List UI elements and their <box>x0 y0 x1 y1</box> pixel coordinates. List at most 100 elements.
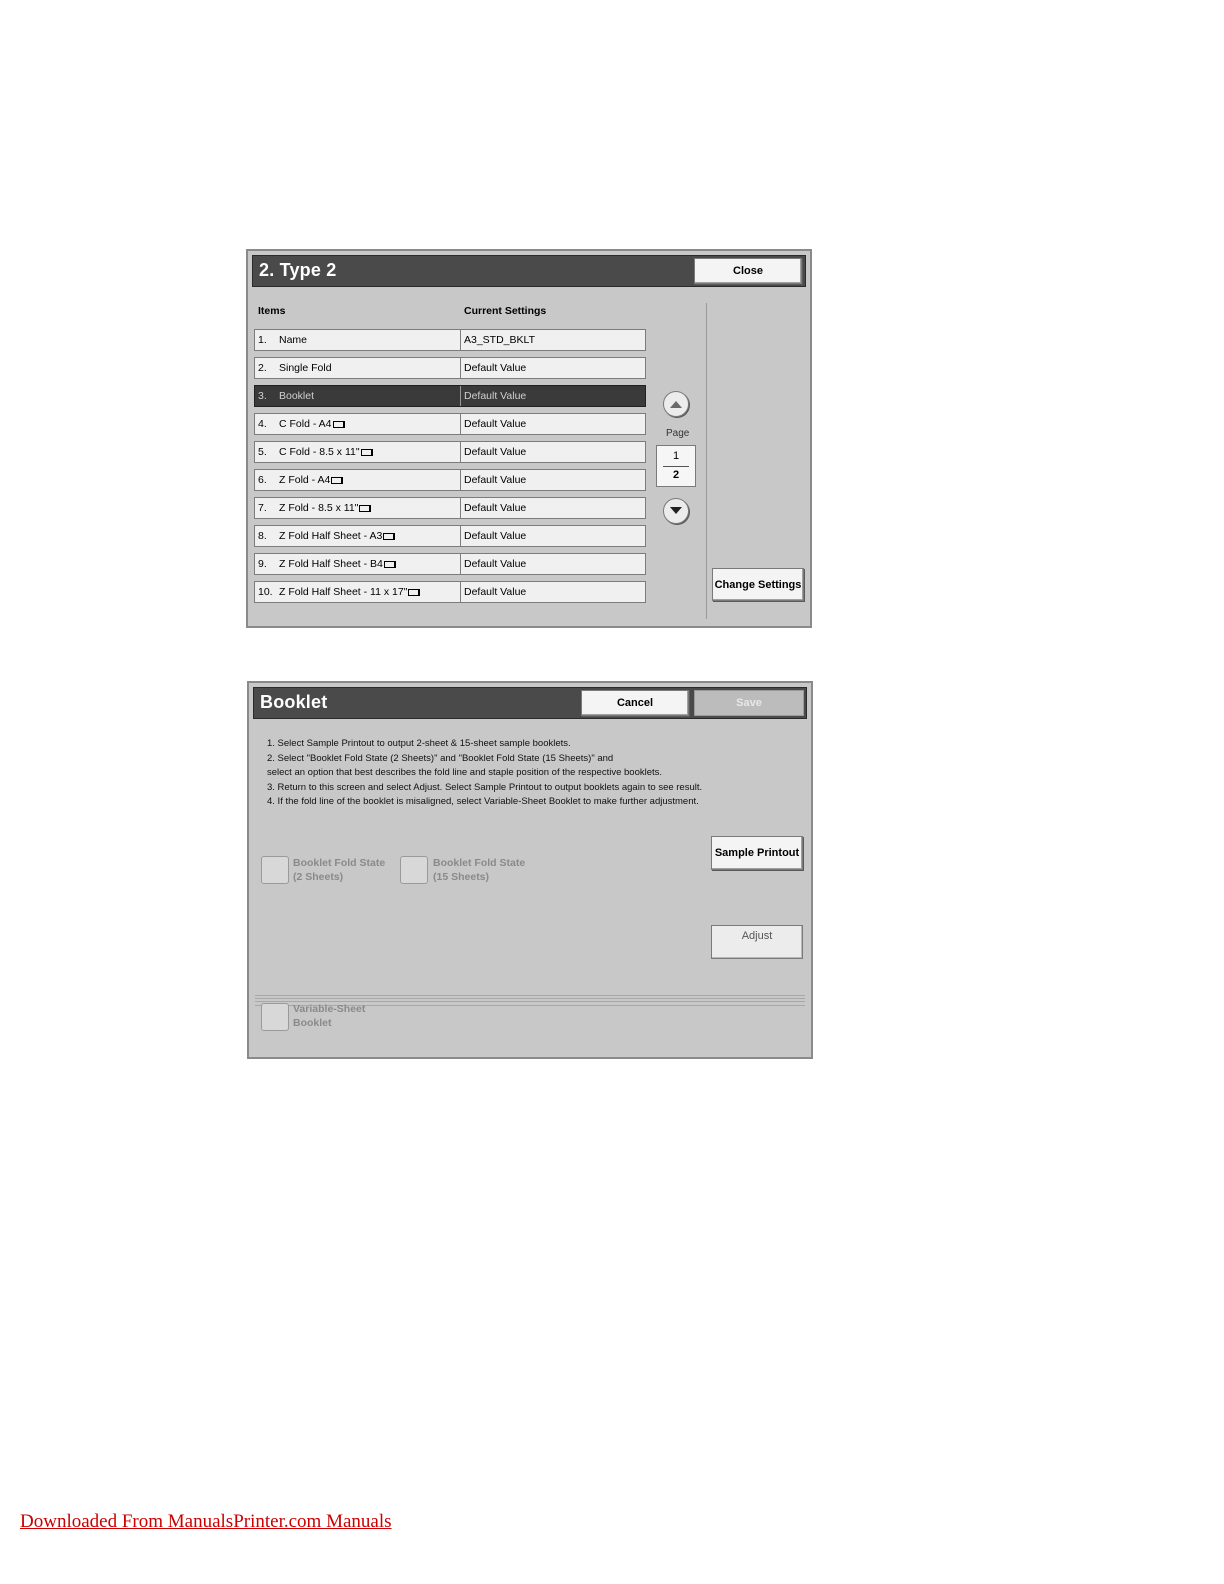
booklet-screen: Booklet Cancel Save 1. Select Sample Pri… <box>247 681 813 1059</box>
current-settings-column-header: Current Settings <box>464 305 547 317</box>
divider-line <box>255 995 805 996</box>
scroll-down-button[interactable] <box>663 498 689 524</box>
items-column-header: Items <box>258 305 286 317</box>
settings-row[interactable]: 4. C Fold - A4 Default Value <box>254 413 646 435</box>
page-total: 2 <box>672 469 680 481</box>
settings-row[interactable]: 10. Z Fold Half Sheet - 11 x 17" Default V… <box>254 581 646 603</box>
row-item-label: Single Fold <box>279 362 332 374</box>
row-number: 4. <box>258 418 267 430</box>
row-number: 3. <box>258 390 267 402</box>
fold-state-15-sheets-label: Booklet Fold State (15 Sheets) <box>433 856 525 884</box>
instruction-line: 1. Select Sample Printout to output 2-sh… <box>267 738 571 749</box>
chevron-up-icon <box>670 401 682 408</box>
settings-row[interactable]: 1. Name A3_STD_BKLT <box>254 329 646 351</box>
row-number: 5. <box>258 446 267 458</box>
page-current: 1 <box>672 450 680 462</box>
page-divider <box>663 466 689 467</box>
panel-divider <box>706 303 707 619</box>
row-item-label: Name <box>279 334 307 346</box>
paper-orientation-icon <box>332 420 345 428</box>
paper-orientation-icon <box>383 532 396 540</box>
row-item-label: Z Fold - 8.5 x 11" <box>279 502 372 514</box>
row-current-value: A3_STD_BKLT <box>460 330 535 350</box>
settings-row[interactable]: 7. Z Fold - 8.5 x 11" Default Value <box>254 497 646 519</box>
row-number: 10. <box>258 586 273 598</box>
row-current-value: Default Value <box>460 414 526 434</box>
instructions: 1. Select Sample Printout to output 2-sh… <box>267 737 702 810</box>
instruction-line: 4. If the fold line of the booklet is mi… <box>267 796 699 807</box>
row-item-text: Z Fold Half Sheet - 11 x 17" <box>279 586 408 598</box>
variable-sheet-booklet-label: Variable-Sheet Booklet <box>293 1002 365 1030</box>
row-number: 6. <box>258 474 267 486</box>
row-current-value: Default Value <box>460 470 526 490</box>
scroll-up-button[interactable] <box>663 391 689 417</box>
row-number: 8. <box>258 530 267 542</box>
adjust-button[interactable]: Adjust <box>711 925 803 959</box>
row-item-text: Z Fold - 8.5 x 11" <box>279 502 359 514</box>
cancel-button[interactable]: Cancel <box>581 690 689 716</box>
page-label: Page <box>666 428 690 439</box>
paper-orientation-icon <box>408 588 421 596</box>
row-item-text: C Fold - A4 <box>279 418 332 430</box>
label-line: (2 Sheets) <box>293 871 344 883</box>
row-current-value: Default Value <box>460 498 526 518</box>
row-current-value: Default Value <box>460 526 526 546</box>
row-current-value: Default Value <box>460 358 526 378</box>
chevron-down-icon <box>670 507 682 514</box>
paper-orientation-icon <box>383 560 396 568</box>
row-item-label: C Fold - A4 <box>279 418 345 430</box>
paper-orientation-icon <box>331 476 344 484</box>
instruction-line: 3. Return to this screen and select Adju… <box>267 781 703 793</box>
fold-state-15-sheets-checkbox[interactable] <box>400 856 428 884</box>
page-indicator: 1 2 <box>656 445 696 487</box>
label-line: (15 Sheets) <box>433 871 490 883</box>
label-line: Booklet Fold State <box>433 857 526 869</box>
row-item-label: C Fold - 8.5 x 11" <box>279 446 373 458</box>
label-line: Booklet Fold State <box>293 857 386 869</box>
change-settings-button[interactable]: Change Settings <box>712 568 804 601</box>
row-current-value: Default Value <box>460 582 526 602</box>
paper-orientation-icon <box>359 504 372 512</box>
label-line: Variable-Sheet <box>293 1003 366 1015</box>
settings-row[interactable]: 3. Booklet Default Value <box>254 385 646 407</box>
type-settings-screen: 2. Type 2 Close Items Current Settings 1… <box>246 249 812 628</box>
fold-state-2-sheets-checkbox[interactable] <box>261 856 289 884</box>
row-item-label: Z Fold Half Sheet - B4 <box>279 558 396 570</box>
row-item-label: Booklet <box>279 390 314 402</box>
row-current-value: Default Value <box>460 386 526 406</box>
label-line: Booklet <box>293 1017 332 1029</box>
row-item-text: Booklet <box>279 390 315 402</box>
screen-title: 2. Type 2 <box>259 260 337 280</box>
settings-row[interactable]: 5. C Fold - 8.5 x 11" Default Value <box>254 441 646 463</box>
row-current-value: Default Value <box>460 442 526 462</box>
instruction-line: 2. Select "Booklet Fold State (2 Sheets)… <box>267 752 614 764</box>
row-item-text: Single Fold <box>279 362 332 374</box>
row-current-value: Default Value <box>460 554 526 574</box>
sample-printout-button[interactable]: Sample Printout <box>711 836 803 870</box>
settings-row[interactable]: 8. Z Fold Half Sheet - A3 Default Value <box>254 525 646 547</box>
row-item-label: Z Fold - A4 <box>279 474 344 486</box>
row-item-label: Z Fold Half Sheet - A3 <box>279 530 396 542</box>
variable-sheet-booklet-checkbox[interactable] <box>261 1003 289 1031</box>
fold-state-2-sheets-label: Booklet Fold State (2 Sheets) <box>293 856 385 884</box>
screen-title: Booklet <box>260 692 328 712</box>
divider-line <box>255 998 805 999</box>
row-item-text: C Fold - 8.5 x 11" <box>279 446 360 458</box>
row-item-text: Z Fold Half Sheet - A3 <box>279 530 383 542</box>
instruction-line: select an option that best describes the… <box>267 767 663 778</box>
close-button[interactable]: Close <box>694 258 802 284</box>
row-number: 1. <box>258 334 267 346</box>
row-number: 2. <box>258 362 267 374</box>
settings-row[interactable]: 6. Z Fold - A4 Default Value <box>254 469 646 491</box>
row-item-text: Z Fold - A4 <box>279 474 331 486</box>
settings-row[interactable]: 9. Z Fold Half Sheet - B4 Default Value <box>254 553 646 575</box>
row-number: 9. <box>258 558 267 570</box>
row-item-label: Z Fold Half Sheet - 11 x 17" <box>279 586 421 598</box>
row-item-text: Z Fold Half Sheet - B4 <box>279 558 383 570</box>
row-number: 7. <box>258 502 267 514</box>
settings-row[interactable]: 2. Single Fold Default Value <box>254 357 646 379</box>
manuals-download-link[interactable]: Downloaded From ManualsPrinter.com Manua… <box>20 1511 392 1533</box>
paper-orientation-icon <box>360 448 373 456</box>
save-button[interactable]: Save <box>694 690 804 716</box>
row-item-text: Name <box>279 334 308 346</box>
